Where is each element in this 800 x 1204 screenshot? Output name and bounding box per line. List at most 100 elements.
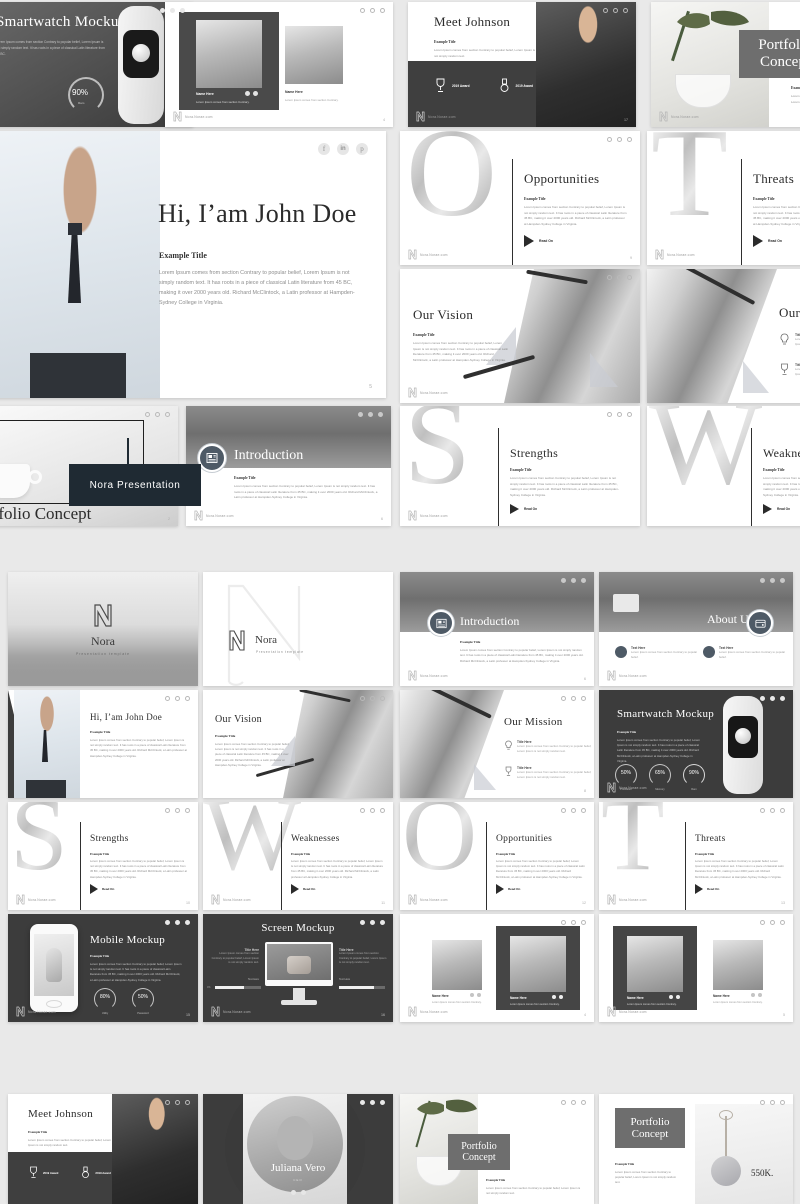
nora-logo-icon [408,1006,417,1017]
twitter-icon[interactable] [253,91,258,96]
slide-body: Lorem Ipsum comes from section Contrary … [234,484,378,500]
social-links[interactable]: f in p [318,143,368,155]
footer-brand: Nora.Norae.com [211,894,251,905]
facebook-icon[interactable] [552,995,556,999]
nora-logo-icon [659,111,668,122]
stat-label: Memory [655,788,665,791]
slide-meet-johnson-bottom[interactable]: Meet Johnson Example Title Lorem Ipsum c… [8,1094,198,1204]
facebook-icon[interactable] [245,91,250,96]
slide-threats[interactable]: T Threats Example Title Lorem Ipsum come… [647,131,800,265]
slide-our-mission-small[interactable]: Our Mission Title Here Lorem Ipsum comes… [400,690,594,798]
read-on-button[interactable]: Read On [90,884,114,894]
nora-logo-icon [229,630,245,651]
nora-logo-icon [416,111,425,122]
person-name: Name Here [627,996,644,1000]
slide-subtitle: Example Title [291,852,311,856]
slide-cover-light[interactable]: Nora Presentation template [203,572,393,686]
stat-value: 50% [620,770,631,776]
slide-meet-johnson-top[interactable]: Meet Johnson Example Title Lorem Ipsum c… [408,2,636,127]
slide-portfolio-top[interactable]: Portfolio Concept Example Title Lorem Ip… [651,2,800,127]
slide-title: Smartwatch Mockup [617,708,715,720]
slide-introduction[interactable]: Introduction Example Title Lorem Ipsum c… [400,572,594,686]
slide-our-mission[interactable]: Our Mission Title Here Lorem Ipsum comes… [647,269,800,403]
slide-title: Strengths [90,834,129,844]
slide-subtitle: Example Title [496,852,516,856]
footer-brand: Nora.Norae.com [607,670,647,681]
slide-strengths-small[interactable]: S Strengths Example Title Lorem Ipsum co… [8,802,198,910]
window-dots [760,920,785,925]
nora-logo-icon [408,249,417,260]
slide-title: Introduction [234,448,304,463]
stat-value: 90% [688,770,699,776]
bulb-icon [780,333,789,345]
window-dots [607,275,632,280]
slide-about-us[interactable]: About Us Text Here Lorem Ipsum comes fro… [599,572,793,686]
twitter-icon[interactable] [676,995,680,999]
slide-team-top[interactable]: Name Here Lorem Ipsum comes from section… [165,2,393,127]
read-on-button[interactable]: Read On [524,235,553,247]
slide-threats-small[interactable]: T Threats Example Title Lorem Ipsum come… [599,802,793,910]
facebook-icon[interactable] [470,993,474,997]
slide-smartwatch-mockup[interactable]: Smartwatch Mockup Example Title Lorem Ip… [599,690,793,798]
stat-value: 80% [99,994,110,1000]
slide-team-b[interactable]: Name Here Lorem Ipsum comes from section… [599,914,793,1022]
twitter-icon[interactable] [758,993,762,997]
slide-hero-john-doe[interactable]: f in p Hi, I’am John Doe Example Title L… [0,131,386,398]
slide-body: Lorem Ipsum comes from section Contrary … [413,341,509,362]
footer-brand: Nora.Norae.com [408,1006,448,1017]
page-number: 4 [584,1013,586,1017]
brand-title: Nora [91,634,115,648]
swot-letter: T [601,802,665,887]
slide-profile-juliana[interactable]: Juliana Vero CEO [203,1094,393,1204]
linkedin-icon[interactable]: in [337,143,349,155]
read-on-button[interactable]: Read On [510,504,537,514]
slide-team-a[interactable]: Name Here Lorem Ipsum comes from section… [400,914,594,1022]
window-dots [760,808,785,813]
read-on-button[interactable]: Read On [496,884,520,894]
window-dots [165,920,190,925]
slide-opportunities[interactable]: O Opportunities Example Title Lorem Ipsu… [400,131,640,265]
slide-cover-forest[interactable]: Nora Presentation template [8,572,198,686]
slide-introduction-large[interactable]: Introduction Example Title Lorem Ipsum c… [186,406,391,526]
slide-opportunities-small[interactable]: O Opportunities Example Title Lorem Ipsu… [400,802,594,910]
slide-weaknesses-small[interactable]: W Weaknesses Example Title Lorem Ipsum c… [203,802,393,910]
slide-john-doe-small[interactable]: Hi, I’am John Doe Example Title Lorem Ip… [8,690,198,798]
footer-brand: Nora.Norae.com [655,249,695,260]
footer-brand: Nora.Norae.com [607,1006,647,1017]
twitter-icon[interactable] [477,993,481,997]
stat-label: Ram [691,788,697,791]
nora-logo-icon [16,894,25,905]
stat-value: 65% [654,770,665,776]
read-on-button[interactable]: Read On [763,504,790,514]
play-icon [695,884,703,894]
slide-portfolio-stat[interactable]: Portfolio Concept Example Title Lorem Ip… [599,1094,793,1204]
slide-portfolio-plant[interactable]: Portfolio Concept Example Title Lorem Ip… [400,1094,594,1204]
twitter-icon[interactable] [300,1190,306,1195]
slide-strengths[interactable]: S Strengths Example Title Lorem Ipsum co… [400,406,640,526]
window-dots [561,578,586,583]
portfolio-title-box: Portfolio Concept [448,1134,510,1170]
twitter-icon[interactable] [559,995,563,999]
window-dots [561,696,586,701]
screen-bar-min: 0% [207,986,211,989]
swot-letter: T [651,131,728,237]
facebook-icon[interactable] [290,1190,296,1195]
slide-our-vision[interactable]: Our Vision Example Title Lorem Ipsum com… [400,269,640,403]
read-on-button[interactable]: Read On [291,884,315,894]
read-on-button[interactable]: Read On [753,235,782,247]
slide-screen-mockup[interactable]: Screen Mockup Title Here Lorem Ipsum com… [203,914,393,1022]
slide-title: Threats [753,171,795,186]
page-number: 11 [381,901,385,905]
slide-weaknesses[interactable]: W Weaknesses Example Title Lorem Ipsum c… [647,406,800,526]
mission-item-body: Lorem Ipsum comes from section Contrary … [517,770,592,779]
pinterest-icon[interactable]: p [356,143,368,155]
facebook-icon[interactable] [751,993,755,997]
slide-mobile-mockup[interactable]: Mobile Mockup Example Title Lorem Ipsum … [8,914,198,1022]
nora-logo-icon [194,510,203,521]
play-icon [496,884,504,894]
read-on-button[interactable]: Read On [695,884,719,894]
slide-our-vision-small[interactable]: Our Vision Example Title Lorem Ipsum com… [203,690,393,798]
facebook-icon[interactable] [669,995,673,999]
slide-subtitle: Example Title [791,86,800,90]
facebook-icon[interactable]: f [318,143,330,155]
